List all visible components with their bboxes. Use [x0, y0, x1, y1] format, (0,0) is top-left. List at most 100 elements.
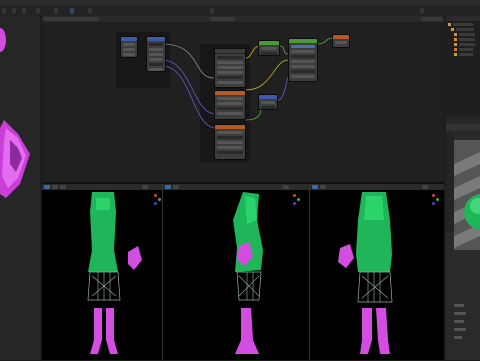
viewport-menu[interactable] — [52, 185, 58, 189]
node-socket-row — [149, 58, 163, 61]
node-socket-row — [217, 66, 243, 69]
node-socket-row — [217, 136, 243, 139]
pink-boot-right — [106, 308, 118, 354]
view-layer-selector[interactable] — [420, 8, 424, 14]
node-mapping[interactable] — [146, 36, 166, 72]
workspace-tab-shading[interactable] — [70, 8, 74, 14]
outliner-panel — [446, 16, 480, 116]
viewport-menu[interactable] — [173, 185, 179, 189]
properties-preview — [446, 124, 480, 339]
object-icon[interactable] — [454, 43, 457, 46]
node-socket-row — [217, 81, 243, 84]
shading-mode-button[interactable] — [283, 185, 289, 189]
node-socket-row — [291, 55, 315, 58]
node-image-texture-2[interactable] — [214, 90, 246, 120]
node-mix-shader[interactable] — [258, 40, 280, 56]
viewport-menu[interactable] — [60, 185, 66, 189]
shading-mode-button[interactable] — [422, 185, 428, 189]
node-overlay-toggle[interactable] — [422, 17, 442, 21]
node-normal-map[interactable] — [258, 94, 278, 110]
node-socket-row — [217, 151, 243, 154]
menu-render[interactable] — [22, 8, 26, 14]
pink-glove — [128, 246, 142, 270]
node-texture-coordinate[interactable] — [120, 36, 138, 58]
node-image2-header[interactable] — [215, 91, 245, 95]
node-socket-row — [291, 65, 315, 68]
gizmo-x-axis[interactable] — [432, 194, 435, 197]
gizmo-z-axis[interactable] — [154, 202, 157, 205]
gizmo-y-axis[interactable] — [436, 198, 439, 201]
node-view-menu[interactable] — [56, 17, 70, 21]
node-bsdf-header[interactable] — [289, 39, 317, 43]
node-socket-row — [123, 43, 135, 46]
node-material-output[interactable] — [332, 34, 350, 48]
scene-selector[interactable] — [210, 8, 214, 14]
outliner-scene-icon[interactable] — [448, 23, 451, 26]
shading-mode-button[interactable] — [142, 185, 148, 189]
gizmo-z-axis[interactable] — [293, 202, 296, 205]
menu-window[interactable] — [36, 8, 40, 14]
gizmo-y-axis[interactable] — [158, 198, 161, 201]
object-icon[interactable] — [454, 38, 457, 41]
viewport-back[interactable] — [310, 184, 444, 360]
node-image-texture-3[interactable] — [214, 124, 246, 160]
pink-boot-left — [360, 308, 372, 354]
node-socket-row — [291, 70, 315, 73]
node-normal-header[interactable] — [259, 95, 277, 99]
view-mode-button[interactable] — [312, 185, 318, 189]
menu-edit[interactable] — [12, 8, 16, 14]
render-preview — [0, 16, 40, 360]
node-socket-row — [217, 97, 243, 100]
collection-icon[interactable] — [451, 28, 454, 31]
node-socket-row — [261, 52, 277, 55]
figure-side — [233, 192, 263, 354]
node-principled-bsdf[interactable] — [288, 38, 318, 82]
material-slot-selector[interactable] — [210, 17, 234, 21]
workspace-tab-uv[interactable] — [88, 8, 92, 14]
view-mode-button[interactable] — [165, 185, 171, 189]
node-socket-row — [123, 53, 135, 56]
node-socket-row — [261, 106, 275, 109]
shader-node-editor[interactable] — [42, 16, 444, 182]
node-socket-row — [217, 61, 243, 64]
node-image3-header[interactable] — [215, 125, 245, 129]
node-texcoord-header[interactable] — [121, 37, 137, 41]
node-socket-row — [217, 102, 243, 105]
node-select-menu[interactable] — [70, 17, 84, 21]
gizmo-x-axis[interactable] — [154, 194, 157, 197]
node-image-texture-1[interactable] — [214, 48, 246, 88]
light-icon[interactable] — [454, 53, 457, 56]
node-socket-row — [149, 63, 163, 66]
node-image1-header[interactable] — [215, 49, 245, 54]
gizmo-z-axis[interactable] — [432, 202, 435, 205]
node-output-header[interactable] — [333, 35, 349, 39]
pink-boots — [235, 308, 259, 354]
gizmo-y-axis[interactable] — [297, 198, 300, 201]
view-mode-button[interactable] — [44, 185, 50, 189]
node-socket-row — [217, 146, 243, 149]
viewport-side[interactable] — [163, 184, 309, 360]
pink-boot-left — [90, 308, 102, 354]
node-socket-row — [149, 53, 163, 56]
node-socket-row — [217, 107, 243, 110]
node-add-menu[interactable] — [84, 17, 98, 21]
node-socket-row — [217, 131, 243, 134]
node-socket-row — [149, 43, 163, 46]
node-socket-row — [149, 68, 163, 71]
menu-help[interactable] — [54, 8, 58, 14]
viewport-menu[interactable] — [320, 185, 326, 189]
figure-back — [338, 192, 393, 354]
node-mix-header[interactable] — [259, 41, 279, 45]
menu-file[interactable] — [2, 8, 6, 14]
node-socket-row — [217, 76, 243, 79]
outliner-tree — [446, 16, 480, 56]
camera-icon[interactable] — [454, 48, 457, 51]
node-socket-row — [261, 47, 277, 50]
left-render-preview-panel — [0, 16, 40, 360]
node-socket-row — [261, 101, 275, 104]
object-icon[interactable] — [454, 33, 457, 36]
gizmo-x-axis[interactable] — [293, 194, 296, 197]
editor-type-button[interactable] — [44, 17, 56, 21]
node-mapping-header[interactable] — [147, 37, 165, 41]
viewport-front[interactable] — [42, 184, 162, 360]
